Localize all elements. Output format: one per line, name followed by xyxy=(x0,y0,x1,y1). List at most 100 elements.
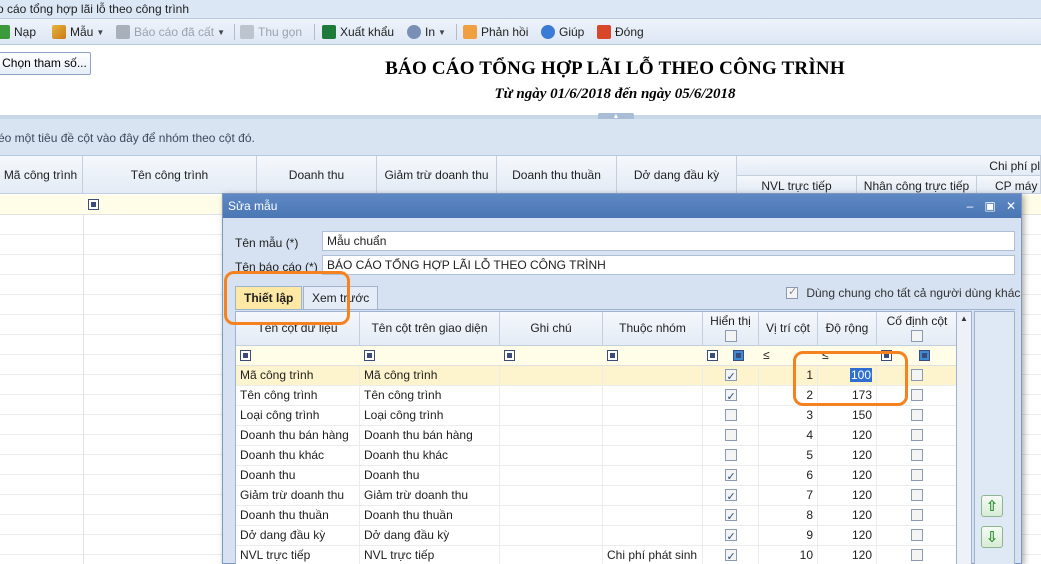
checkbox-icon[interactable] xyxy=(911,529,923,541)
cell-ui[interactable]: Giảm trừ doanh thu xyxy=(360,486,500,505)
cell-fixed[interactable] xyxy=(877,486,956,505)
cell-data[interactable]: NVL trực tiếp xyxy=(236,546,360,564)
cell-pos[interactable]: 3 xyxy=(759,406,818,425)
cell-pos[interactable]: 10 xyxy=(759,546,818,564)
report-name-input[interactable]: BÁO CÁO TỔNG HỢP LÃI LỖ THEO CÔNG TRÌNH xyxy=(322,255,1015,275)
cell-data[interactable]: Mã công trình xyxy=(236,366,360,385)
filter-icon[interactable] xyxy=(240,350,251,361)
collapse-button[interactable]: Thu gọn xyxy=(240,23,302,41)
cell-show[interactable] xyxy=(703,386,759,405)
table-row[interactable]: NVL trực tiếp NVL trực tiếp Chi phí phát s… xyxy=(236,546,956,564)
cell-fixed[interactable] xyxy=(877,406,956,425)
cell-group[interactable] xyxy=(603,526,703,545)
cell-ui[interactable]: Mã công trình xyxy=(360,366,500,385)
checkbox-icon[interactable] xyxy=(724,507,737,525)
bg-col-header[interactable]: Mã công trình xyxy=(0,156,83,194)
cell-group[interactable] xyxy=(603,466,703,485)
checkbox-icon[interactable] xyxy=(724,429,737,441)
cell-note[interactable] xyxy=(500,426,603,445)
checkbox-icon[interactable] xyxy=(724,467,737,485)
cell-width[interactable]: 120 xyxy=(818,426,877,445)
cell-fixed[interactable] xyxy=(877,526,956,545)
cell-show[interactable] xyxy=(703,426,759,445)
cell-ui[interactable]: Doanh thu xyxy=(360,466,500,485)
cell-show[interactable] xyxy=(703,366,759,385)
col-header-fixed[interactable]: Cố định cột xyxy=(877,312,956,346)
col-header-group[interactable]: Thuộc nhóm xyxy=(603,312,703,346)
export-button[interactable]: Xuất khẩu xyxy=(322,23,394,41)
bg-col-header[interactable]: NVL trực tiếp xyxy=(737,176,857,194)
bg-col-header[interactable]: Giảm trừ doanh thu xyxy=(377,156,497,194)
cell-show[interactable] xyxy=(703,406,759,425)
print-button[interactable]: In ▼ xyxy=(407,23,446,41)
cell-group[interactable] xyxy=(603,366,703,385)
cell-ui[interactable]: Tên công trình xyxy=(360,386,500,405)
cell-width[interactable]: 120 xyxy=(818,446,877,465)
col-header-note[interactable]: Ghi chú xyxy=(500,312,603,346)
table-row[interactable]: Dở dang đầu kỳDở dang đầu kỳ 9120 xyxy=(236,526,956,546)
arrow-up-icon[interactable]: ⇧ xyxy=(981,495,1003,517)
cell-data[interactable]: Tên công trình xyxy=(236,386,360,405)
table-row[interactable]: Doanh thu bán hàng Doanh thu bán hàng 4 120 xyxy=(236,426,956,446)
checkbox-icon[interactable] xyxy=(911,509,923,521)
cell-fixed[interactable] xyxy=(877,426,956,445)
table-row[interactable]: Doanh thuDoanh thu 6120 xyxy=(236,466,956,486)
checkbox-icon[interactable] xyxy=(911,489,923,501)
help-button[interactable]: Giúp xyxy=(541,23,584,41)
bg-col-group-header[interactable]: Chi phí pl xyxy=(737,156,1041,176)
cell-width[interactable]: 120 xyxy=(818,526,877,545)
table-row[interactable]: Loại công trình Loại công trình 3 150 xyxy=(236,406,956,426)
table-row[interactable]: Doanh thu thuầnDoanh thu thuần 8120 xyxy=(236,506,956,526)
checkbox-icon[interactable] xyxy=(911,369,923,381)
minimize-icon[interactable]: ‒ xyxy=(961,194,979,218)
cell-group[interactable] xyxy=(603,386,703,405)
bg-col-header[interactable]: Dở dang đầu kỳ xyxy=(617,156,737,194)
grid-scrollbar[interactable]: ▲ xyxy=(957,311,972,564)
cell-data[interactable]: Doanh thu khác xyxy=(236,446,360,465)
cell-show[interactable] xyxy=(703,506,759,525)
checkbox-icon[interactable] xyxy=(724,487,737,505)
scroll-up-icon[interactable]: ▲ xyxy=(960,314,968,323)
cell-group[interactable] xyxy=(603,486,703,505)
checkbox-icon[interactable] xyxy=(911,429,923,441)
choose-params-button[interactable]: Chọn tham số... xyxy=(0,52,91,75)
select-all-fixed-checkbox[interactable] xyxy=(911,330,923,342)
cell-show[interactable] xyxy=(703,466,759,485)
filter-icon[interactable] xyxy=(607,350,618,361)
cell-note[interactable] xyxy=(500,466,603,485)
template-name-input[interactable]: Mẫu chuẩn xyxy=(322,231,1015,251)
checkbox-icon[interactable] xyxy=(911,389,923,401)
select-all-visible-checkbox[interactable] xyxy=(724,330,737,342)
filter-icon[interactable] xyxy=(919,350,930,361)
bg-col-header[interactable]: Doanh thu thuần xyxy=(497,156,617,194)
position-filter-operator[interactable]: ≤ xyxy=(763,348,770,362)
cell-note[interactable] xyxy=(500,386,603,405)
group-by-panel[interactable]: éo một tiêu đề cột vào đây để nhóm theo … xyxy=(0,119,1041,156)
cell-note[interactable] xyxy=(500,506,603,525)
cell-data[interactable]: Dở dang đầu kỳ xyxy=(236,526,360,545)
col-header-width[interactable]: Độ rộng xyxy=(818,312,877,346)
cell-note[interactable] xyxy=(500,526,603,545)
cell-fixed[interactable] xyxy=(877,546,956,564)
cell-note[interactable] xyxy=(500,366,603,385)
cell-data[interactable]: Loại công trình xyxy=(236,406,360,425)
template-button[interactable]: Mẫu ▼ xyxy=(52,23,104,41)
checkbox-icon[interactable] xyxy=(724,387,737,405)
cell-note[interactable] xyxy=(500,406,603,425)
checkbox-icon[interactable] xyxy=(724,409,737,421)
close-icon[interactable]: ✕ xyxy=(1002,194,1020,218)
table-row[interactable]: Doanh thu khác Doanh thu khác 5 120 xyxy=(236,446,956,466)
filter-icon[interactable] xyxy=(733,350,744,361)
bg-col-header[interactable]: Nhân công trực tiếp xyxy=(857,176,977,194)
col-header-ui-name[interactable]: Tên cột trên giao diện xyxy=(360,312,500,346)
cell-width[interactable]: 120 xyxy=(818,486,877,505)
cell-width[interactable]: 150 xyxy=(818,406,877,425)
cell-ui[interactable]: Doanh thu khác xyxy=(360,446,500,465)
cell-note[interactable] xyxy=(500,486,603,505)
col-header-position[interactable]: Vị trí cột xyxy=(759,312,818,346)
cell-ui[interactable]: Doanh thu bán hàng xyxy=(360,426,500,445)
cell-pos[interactable]: 7 xyxy=(759,486,818,505)
col-header-visible[interactable]: Hiển thị xyxy=(703,312,759,346)
cell-group[interactable]: Chi phí phát sinh xyxy=(603,546,703,564)
cell-note[interactable] xyxy=(500,546,603,564)
